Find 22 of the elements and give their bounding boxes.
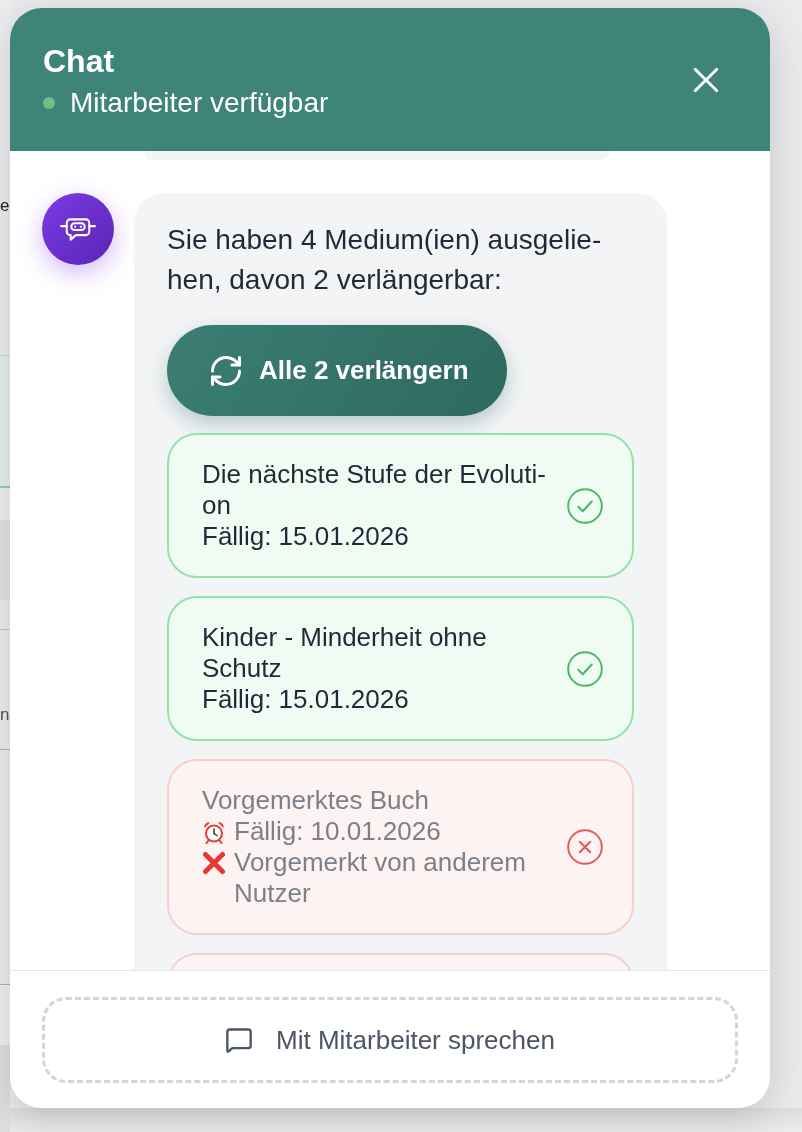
close-icon <box>693 66 719 93</box>
talk-to-staff-button[interactable]: Mit Mitarbeiter sprechen <box>42 997 738 1083</box>
book-title: Kinder - Minderheit ohne Schutz <box>202 622 488 684</box>
status-label: Mitarbeiter verfügbar <box>70 86 329 120</box>
renew-all-button[interactable]: Alle 2 verlängern <box>167 325 507 416</box>
due-date: Fällig: 10.01.2026 <box>234 816 442 847</box>
x-circle-icon <box>567 829 603 865</box>
message-text: Sie haben 4 Medium(ien) ausgelie-hen, davon 2 verlängerbar: <box>167 223 603 297</box>
robot-icon <box>60 216 96 242</box>
book-title: Die nächste Stufe der Evoluti-on <box>202 459 547 521</box>
due-date: Fällig: 15.01.2026 <box>202 521 410 552</box>
status-note: Vorgemerkt von anderem Nutzer <box>234 847 527 909</box>
background-text: n <box>0 704 10 726</box>
due-date: Fällig: 15.01.2026 <box>202 684 410 715</box>
check-circle-icon <box>567 487 603 524</box>
background-text: e <box>0 195 10 217</box>
chat-title: Chat <box>43 42 116 80</box>
book-title: Vorgemerktes Buch <box>202 785 430 816</box>
alarm-clock-icon <box>202 820 226 844</box>
chat-bubble-icon <box>225 1026 254 1054</box>
check-circle-icon <box>567 650 603 687</box>
cross-mark-icon <box>202 851 226 875</box>
